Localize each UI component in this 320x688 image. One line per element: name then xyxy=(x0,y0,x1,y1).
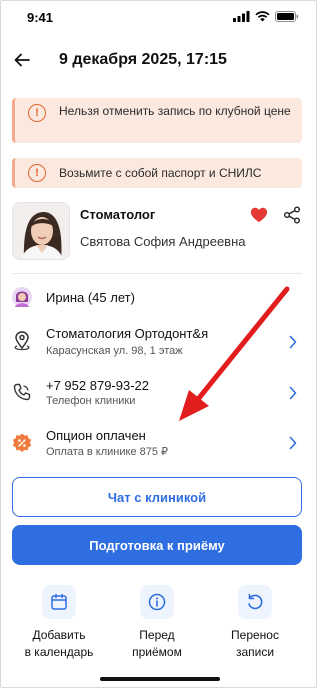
chevron-right-icon xyxy=(289,335,297,349)
divider xyxy=(12,273,302,274)
clinic-row[interactable]: Стоматология Ортодонт&я Карасунская ул. … xyxy=(12,323,302,363)
add-to-calendar-button[interactable]: Добавить в календарь xyxy=(11,585,107,661)
heart-icon[interactable] xyxy=(250,206,268,224)
patient-label: Ирина (45 лет) xyxy=(46,290,135,305)
clinic-address: Карасунская ул. 98, 1 этаж xyxy=(46,345,183,357)
action-label: Добавить в календарь xyxy=(24,628,94,659)
wifi-icon xyxy=(255,11,270,22)
signal-icon xyxy=(233,11,250,22)
discount-badge-icon xyxy=(12,433,32,453)
warning-icon: ! xyxy=(28,104,46,122)
phone-caption: Телефон клиники xyxy=(46,395,136,407)
back-button[interactable] xyxy=(11,49,33,71)
chevron-right-icon xyxy=(289,386,297,400)
chevron-right-icon xyxy=(289,436,297,450)
warning-icon: ! xyxy=(28,164,46,182)
reschedule-icon xyxy=(238,585,272,619)
option-row[interactable]: Опцион оплачен Оплата в клинике 875 ₽ xyxy=(12,425,302,465)
arrow-left-icon xyxy=(14,53,30,67)
phone-row[interactable]: +7 952 879-93-22 Телефон клиники xyxy=(12,375,302,415)
nav-header: 9 декабря 2025, 17:15 xyxy=(1,43,316,79)
action-label: Перенос записи xyxy=(231,628,279,659)
home-indicator xyxy=(100,677,220,681)
action-label: Перед приёмом xyxy=(132,628,182,659)
info-icon xyxy=(140,585,174,619)
page-title: 9 декабря 2025, 17:15 xyxy=(59,51,227,68)
notice-text: Нельзя отменить запись по клубной цене xyxy=(59,104,291,118)
status-bar: 9:41 xyxy=(1,1,316,35)
share-icon[interactable] xyxy=(283,206,301,224)
option-status: Опцион оплачен xyxy=(46,428,146,443)
location-pin-icon xyxy=(12,331,32,351)
prepare-visit-button[interactable]: Подготовка к приёму xyxy=(12,525,302,565)
patient-row[interactable]: Ирина (45 лет) xyxy=(12,286,302,310)
clinic-phone: +7 952 879-93-22 xyxy=(46,378,150,393)
notice-cancellation: ! Нельзя отменить запись по клубной цене xyxy=(12,98,302,143)
patient-avatar-icon xyxy=(12,287,32,307)
notice-text: Возьмите с собой паспорт и СНИЛС xyxy=(59,165,262,180)
option-payment: Оплата в клинике 875 ₽ xyxy=(46,446,169,458)
chat-clinic-button[interactable]: Чат с клиникой xyxy=(12,477,302,517)
doctor-specialty: Стоматолог xyxy=(80,207,156,222)
phone-screen: 9:41 9 декабря 2025, 17:15 ! Нельзя отме… xyxy=(0,0,317,688)
doctor-name: Святова София Андреевна xyxy=(80,234,246,249)
status-icons xyxy=(233,11,299,22)
calendar-icon xyxy=(42,585,76,619)
doctor-card[interactable]: Стоматолог Святова София Андреевна xyxy=(12,202,308,264)
status-time: 9:41 xyxy=(27,10,54,25)
doctor-avatar xyxy=(12,202,70,260)
clinic-name: Стоматология Ортодонт&я xyxy=(46,326,209,341)
reschedule-button[interactable]: Перенос записи xyxy=(207,585,303,661)
before-visit-button[interactable]: Перед приёмом xyxy=(109,585,205,661)
notice-documents: ! Возьмите с собой паспорт и СНИЛС xyxy=(12,158,302,188)
phone-icon xyxy=(12,382,32,402)
battery-icon xyxy=(275,11,299,22)
